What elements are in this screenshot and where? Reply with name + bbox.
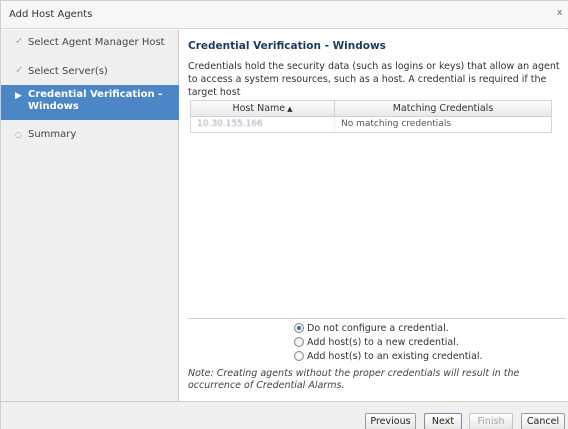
step-credential-verification-windows[interactable]: ▶ Credential Verification - Windows xyxy=(1,85,179,120)
close-icon[interactable]: x xyxy=(557,8,565,18)
radio-button[interactable] xyxy=(294,351,304,361)
option-new-credential[interactable]: Add host(s) to a new credential. xyxy=(294,335,483,349)
checkmark-icon: ✓ xyxy=(15,65,24,76)
add-host-agents-dialog: Add Host Agents x ✓ Select Agent Manager… xyxy=(0,0,568,429)
radio-button[interactable] xyxy=(294,323,304,333)
step-label: Select Agent Manager Host xyxy=(28,37,165,48)
column-label: Host Name xyxy=(232,103,286,114)
hosts-table: Host Name ▲ Matching Credentials 10.30.15… xyxy=(190,100,552,133)
option-do-not-configure[interactable]: Do not configure a credential. xyxy=(294,321,483,335)
step-label-line-1: Credential Verification - xyxy=(28,89,163,100)
column-header-host-name[interactable]: Host Name ▲ xyxy=(191,101,335,116)
option-label: Add host(s) to a new credential. xyxy=(307,336,459,348)
divider xyxy=(188,318,566,319)
column-label: Matching Credentials xyxy=(392,103,494,114)
step-label: Select Server(s) xyxy=(28,66,108,77)
wizard-steps-sidebar: ✓ Select Agent Manager Host ✓ Select Ser… xyxy=(1,30,179,401)
option-label: Do not configure a credential. xyxy=(307,322,449,334)
step-label: Credential Verification - Windows xyxy=(28,89,162,113)
wizard-content: Credential Verification - Windows Creden… xyxy=(180,30,568,401)
host-name-cell: 10.30.155.166 xyxy=(191,117,335,132)
previous-button[interactable]: Previous xyxy=(365,413,416,429)
option-label: Add host(s) to an existing credential. xyxy=(307,350,483,362)
step-select-servers[interactable]: ✓ Select Server(s) xyxy=(1,59,179,85)
page-title: Credential Verification - Windows xyxy=(188,40,386,52)
finish-button[interactable]: Finish xyxy=(469,413,513,429)
table-header: Host Name ▲ Matching Credentials xyxy=(191,101,551,117)
arrow-right-icon: ▶ xyxy=(15,91,22,101)
radio-button[interactable] xyxy=(294,337,304,347)
note-text: Note: Creating agents without the proper… xyxy=(188,368,520,391)
step-label: Summary xyxy=(28,129,77,140)
dialog-footer: Previous Next Finish Cancel xyxy=(1,401,568,429)
circle-icon: ○ xyxy=(15,130,22,139)
checkmark-icon: ✓ xyxy=(15,36,24,47)
step-label-line-2: Windows xyxy=(28,101,79,112)
step-summary[interactable]: ○ Summary xyxy=(1,124,179,146)
cancel-button[interactable]: Cancel xyxy=(521,413,565,429)
dialog-title: Add Host Agents xyxy=(9,9,93,20)
page-description: Credentials hold the security data (such… xyxy=(188,61,560,98)
next-button[interactable]: Next xyxy=(424,413,462,429)
option-existing-credential[interactable]: Add host(s) to an existing credential. xyxy=(294,349,483,363)
sort-ascending-icon: ▲ xyxy=(287,105,293,113)
matching-credentials-cell: No matching credentials xyxy=(341,119,452,129)
credential-options-group: Do not configure a credential. Add host(… xyxy=(294,321,483,363)
column-header-matching-credentials[interactable]: Matching Credentials xyxy=(335,101,551,116)
table-row[interactable]: 10.30.155.166 No matching credentials xyxy=(191,117,551,132)
dialog-titlebar: Add Host Agents x xyxy=(1,1,568,29)
step-select-agent-manager-host[interactable]: ✓ Select Agent Manager Host xyxy=(1,30,179,56)
